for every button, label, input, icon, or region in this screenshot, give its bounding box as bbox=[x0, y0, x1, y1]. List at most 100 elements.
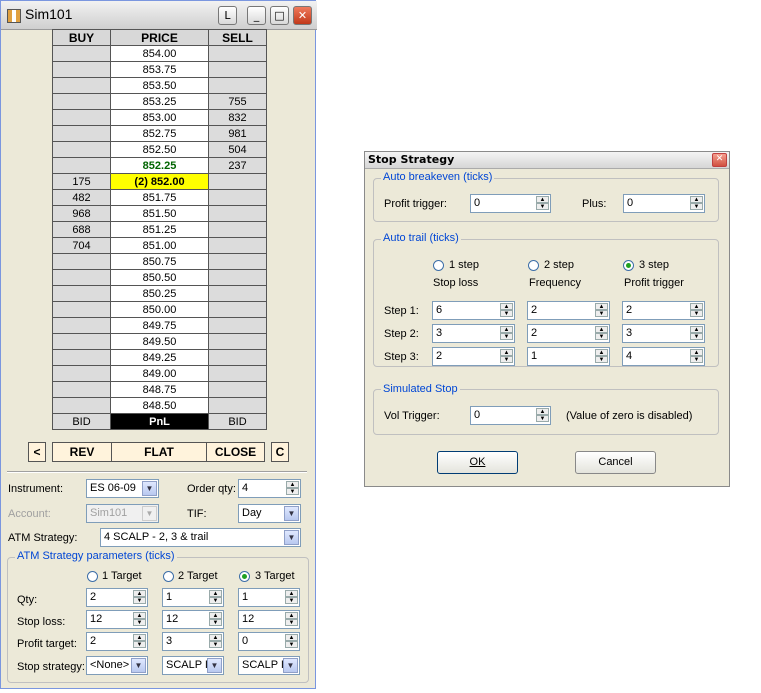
step-value-field[interactable]: 2 ▲ ▼ bbox=[527, 324, 610, 343]
ok-button[interactable]: OK bbox=[437, 451, 518, 474]
spinner-icon[interactable]: ▲ ▼ bbox=[209, 634, 222, 649]
window-titlebar[interactable]: Sim101 L _ □ ✕ bbox=[1, 1, 317, 30]
instrument-select[interactable]: ES 06-09 ▼ bbox=[86, 479, 159, 498]
buy-cell[interactable] bbox=[52, 45, 111, 62]
stop-loss-field[interactable]: 12 ▲ ▼ bbox=[238, 610, 300, 629]
step-value-field[interactable]: 2 ▲ ▼ bbox=[432, 347, 515, 366]
qty-field[interactable]: 2 ▲ ▼ bbox=[86, 588, 148, 607]
buy-cell[interactable]: 482 bbox=[52, 189, 111, 206]
buy-cell[interactable] bbox=[52, 317, 111, 334]
sell-cell[interactable] bbox=[208, 237, 267, 254]
sell-cell[interactable] bbox=[208, 301, 267, 318]
close-position-button[interactable]: CLOSE bbox=[206, 442, 265, 462]
sell-cell[interactable] bbox=[208, 45, 267, 62]
buy-cell[interactable] bbox=[52, 397, 111, 414]
maximize-button[interactable]: □ bbox=[270, 6, 289, 25]
buy-cell[interactable]: 688 bbox=[52, 221, 111, 238]
buy-cell[interactable] bbox=[52, 109, 111, 126]
step-value-field[interactable]: 3 ▲ ▼ bbox=[432, 324, 515, 343]
cancel-button[interactable]: Cancel bbox=[575, 451, 656, 474]
chevron-down-icon[interactable]: ▼ bbox=[283, 658, 298, 673]
sell-cell[interactable] bbox=[208, 269, 267, 286]
buy-cell[interactable]: 704 bbox=[52, 237, 111, 254]
chevron-down-icon[interactable]: ▼ bbox=[142, 506, 157, 521]
spinner-icon[interactable]: ▲ ▼ bbox=[285, 634, 298, 649]
sell-cell[interactable] bbox=[208, 365, 267, 382]
sell-cell[interactable] bbox=[208, 221, 267, 238]
stop-loss-field[interactable]: 12 ▲ ▼ bbox=[86, 610, 148, 629]
spinner-icon[interactable]: ▲ ▼ bbox=[595, 349, 608, 364]
spinner-icon[interactable]: ▲ ▼ bbox=[690, 326, 703, 341]
spinner-icon[interactable]: ▲ ▼ bbox=[500, 326, 513, 341]
target1-radio[interactable] bbox=[87, 571, 98, 582]
buy-cell[interactable] bbox=[52, 381, 111, 398]
spinner-icon[interactable]: ▲ ▼ bbox=[595, 303, 608, 318]
spinner-icon[interactable]: ▲ ▼ bbox=[536, 196, 549, 211]
step3-radio[interactable] bbox=[623, 260, 634, 271]
buy-cell[interactable] bbox=[52, 141, 111, 158]
sell-cell[interactable] bbox=[208, 381, 267, 398]
tif-select[interactable]: Day ▼ bbox=[238, 504, 301, 523]
spinner-icon[interactable]: ▲ ▼ bbox=[209, 590, 222, 605]
sell-cell[interactable] bbox=[208, 317, 267, 334]
buy-cell[interactable] bbox=[52, 349, 111, 366]
step-value-field[interactable]: 3 ▲ ▼ bbox=[622, 324, 705, 343]
target2-radio[interactable] bbox=[163, 571, 174, 582]
qty-field[interactable]: 1 ▲ ▼ bbox=[238, 588, 300, 607]
atm-strategy-select[interactable]: 4 SCALP - 2, 3 & trail ▼ bbox=[100, 528, 301, 547]
stop-loss-field[interactable]: 12 ▲ ▼ bbox=[162, 610, 224, 629]
sell-cell[interactable] bbox=[208, 173, 267, 190]
qty-field[interactable]: 1 ▲ ▼ bbox=[162, 588, 224, 607]
spinner-icon[interactable]: ▲ ▼ bbox=[690, 303, 703, 318]
sell-cell[interactable] bbox=[208, 285, 267, 302]
step1-radio[interactable] bbox=[433, 260, 444, 271]
account-select[interactable]: Sim101 ▼ bbox=[86, 504, 159, 523]
profit-target-field[interactable]: 3 ▲ ▼ bbox=[162, 632, 224, 651]
buy-cell[interactable] bbox=[52, 365, 111, 382]
bid-button[interactable]: BID bbox=[52, 413, 111, 430]
reverse-button[interactable]: REV bbox=[52, 442, 112, 462]
buy-cell[interactable] bbox=[52, 125, 111, 142]
buy-cell[interactable] bbox=[52, 301, 111, 318]
buy-cell[interactable]: 175 bbox=[52, 173, 111, 190]
target3-radio[interactable] bbox=[239, 571, 250, 582]
sell-cell[interactable]: 755 bbox=[208, 93, 267, 110]
spinner-icon[interactable]: ▲ ▼ bbox=[285, 612, 298, 627]
sell-cell[interactable] bbox=[208, 397, 267, 414]
chevron-down-icon[interactable]: ▼ bbox=[284, 530, 299, 545]
vol-trigger-field[interactable]: 0 ▲ ▼ bbox=[470, 406, 551, 425]
step-value-field[interactable]: 2 ▲ ▼ bbox=[622, 301, 705, 320]
profit-target-field[interactable]: 0 ▲ ▼ bbox=[238, 632, 300, 651]
profit-target-field[interactable]: 2 ▲ ▼ bbox=[86, 632, 148, 651]
stop-strategy-select[interactable]: SCALP I ▼ bbox=[162, 656, 224, 675]
step-value-field[interactable]: 1 ▲ ▼ bbox=[527, 347, 610, 366]
sell-cell[interactable] bbox=[208, 189, 267, 206]
spinner-icon[interactable]: ▲ ▼ bbox=[536, 408, 549, 423]
sell-cell[interactable] bbox=[208, 61, 267, 78]
spinner-icon[interactable]: ▲ ▼ bbox=[595, 326, 608, 341]
minimize-button[interactable]: _ bbox=[247, 6, 266, 25]
chevron-down-icon[interactable]: ▼ bbox=[131, 658, 146, 673]
stop-strategy-select[interactable]: SCALP I ▼ bbox=[238, 656, 300, 675]
spinner-icon[interactable]: ▲ ▼ bbox=[133, 634, 146, 649]
step2-radio[interactable] bbox=[528, 260, 539, 271]
step-value-field[interactable]: 2 ▲ ▼ bbox=[527, 301, 610, 320]
sell-cell[interactable]: 504 bbox=[208, 141, 267, 158]
pnl-display[interactable]: PnL bbox=[110, 413, 209, 430]
sell-cell[interactable]: 981 bbox=[208, 125, 267, 142]
chevron-down-icon[interactable]: ▼ bbox=[284, 506, 299, 521]
link-l-button[interactable]: L bbox=[218, 6, 237, 25]
step-value-field[interactable]: 6 ▲ ▼ bbox=[432, 301, 515, 320]
buy-cell[interactable] bbox=[52, 269, 111, 286]
spinner-icon[interactable]: ▲ ▼ bbox=[690, 349, 703, 364]
spinner-icon[interactable]: ▲ ▼ bbox=[690, 196, 703, 211]
collapse-right-button[interactable]: C bbox=[271, 442, 289, 462]
spinner-icon[interactable]: ▲ ▼ bbox=[500, 349, 513, 364]
chevron-down-icon[interactable]: ▼ bbox=[142, 481, 157, 496]
profit-trigger-field[interactable]: 0 ▲ ▼ bbox=[470, 194, 551, 213]
ask-button[interactable]: BID bbox=[208, 413, 267, 430]
spinner-icon[interactable]: ▲ ▼ bbox=[133, 590, 146, 605]
order-qty-field[interactable]: 4 ▲ ▼ bbox=[238, 479, 301, 498]
spinner-icon[interactable]: ▲ ▼ bbox=[133, 612, 146, 627]
flat-button[interactable]: FLAT bbox=[111, 442, 207, 462]
